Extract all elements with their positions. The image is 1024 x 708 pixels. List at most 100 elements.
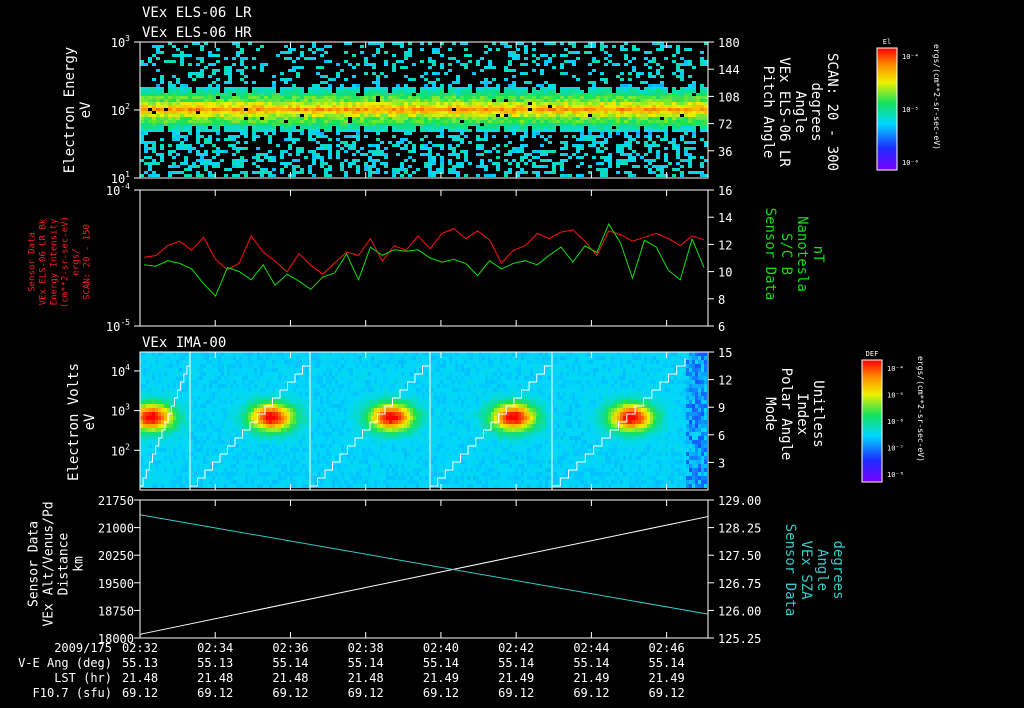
- els-cell: [364, 162, 368, 165]
- els-cell: [628, 99, 632, 102]
- els-cell: [564, 102, 568, 105]
- els-cell: [256, 87, 260, 90]
- els-cell: [692, 117, 696, 120]
- ima-cell: [173, 408, 176, 412]
- els-cell: [308, 123, 312, 126]
- ima-cell: [227, 432, 230, 436]
- els-cell: [208, 93, 212, 96]
- els-cell: [564, 54, 568, 57]
- ima-cell: [155, 416, 158, 420]
- ima-cell: [245, 360, 248, 364]
- els-cell: [256, 171, 260, 174]
- els-cell: [280, 171, 284, 174]
- els-cell: [580, 147, 584, 150]
- els-cell: [208, 54, 212, 57]
- els-cell: [536, 150, 540, 153]
- els-cell: [624, 57, 628, 60]
- els-cell: [636, 117, 640, 120]
- els-cell: [456, 60, 460, 63]
- els-cell: [204, 114, 208, 117]
- ima-cell: [179, 472, 182, 476]
- els-cell: [324, 168, 328, 171]
- els-cell: [348, 114, 352, 117]
- els-cell: [276, 123, 280, 126]
- ima-cell: [272, 432, 275, 436]
- els-cell: [216, 93, 220, 96]
- els-cell: [184, 114, 188, 117]
- els-cell: [280, 111, 284, 114]
- els-cell: [500, 96, 504, 99]
- els-cell: [384, 87, 388, 90]
- els-cell: [376, 120, 380, 123]
- ima-cell: [146, 432, 149, 436]
- els-cell: [648, 162, 652, 165]
- els-cell: [656, 153, 660, 156]
- els-cell: [680, 90, 684, 93]
- els-cell: [272, 84, 276, 87]
- els-cell: [632, 96, 636, 99]
- els-cell: [400, 120, 404, 123]
- ima-cell: [275, 440, 278, 444]
- els-cell: [356, 165, 360, 168]
- els-cell: [544, 96, 548, 99]
- els-cell: [548, 111, 552, 114]
- els-cell: [644, 57, 648, 60]
- els-cell: [500, 105, 504, 108]
- ima-cell: [209, 428, 212, 432]
- els-cell: [344, 51, 348, 54]
- els-cell: [464, 66, 468, 69]
- ima-cell: [158, 376, 161, 380]
- ima-cell: [206, 456, 209, 460]
- ima-cell: [251, 432, 254, 436]
- els-cell: [428, 81, 432, 84]
- els-cell: [596, 117, 600, 120]
- ima-cell: [245, 476, 248, 480]
- ima-cell: [200, 452, 203, 456]
- ima-cell: [245, 352, 248, 356]
- els-cell: [564, 111, 568, 114]
- els-cell: [172, 150, 176, 153]
- els-cell: [312, 126, 316, 129]
- ima-cell: [173, 432, 176, 436]
- ima-cell: [200, 364, 203, 368]
- els-cell: [440, 132, 444, 135]
- els-cell: [188, 93, 192, 96]
- els-cell: [428, 120, 432, 123]
- els-cell: [592, 99, 596, 102]
- ima-cell: [197, 356, 200, 360]
- els-cell: [152, 150, 156, 153]
- ima-cell: [194, 424, 197, 428]
- ima-cell: [170, 424, 173, 428]
- els-cell: [588, 126, 592, 129]
- ima-cell: [203, 352, 206, 356]
- els-cell: [260, 174, 264, 177]
- els-cell: [332, 96, 336, 99]
- els-cell: [552, 102, 556, 105]
- ima-cell: [269, 356, 272, 360]
- els-cell: [520, 90, 524, 93]
- ima-cell: [245, 416, 248, 420]
- els-cell: [236, 117, 240, 120]
- els-cell: [232, 162, 236, 165]
- ima-cell: [194, 428, 197, 432]
- ima-cell: [167, 472, 170, 476]
- ima-cell: [257, 436, 260, 440]
- els-cell: [672, 102, 676, 105]
- ima-cell: [149, 388, 152, 392]
- els-cell: [680, 165, 684, 168]
- ima-cell: [227, 364, 230, 368]
- els-cell: [400, 108, 404, 111]
- els-cell: [336, 102, 340, 105]
- ima-cell: [170, 444, 173, 448]
- ima-cell: [260, 388, 263, 392]
- ima-cell: [236, 444, 239, 448]
- els-cell: [660, 168, 664, 171]
- els-cell: [292, 114, 296, 117]
- els-cell: [568, 60, 572, 63]
- ima-cell: [251, 416, 254, 420]
- els-cell: [576, 108, 580, 111]
- ima-cell: [203, 408, 206, 412]
- els-cell: [500, 111, 504, 114]
- ima-cell: [194, 480, 197, 484]
- els-cell: [508, 102, 512, 105]
